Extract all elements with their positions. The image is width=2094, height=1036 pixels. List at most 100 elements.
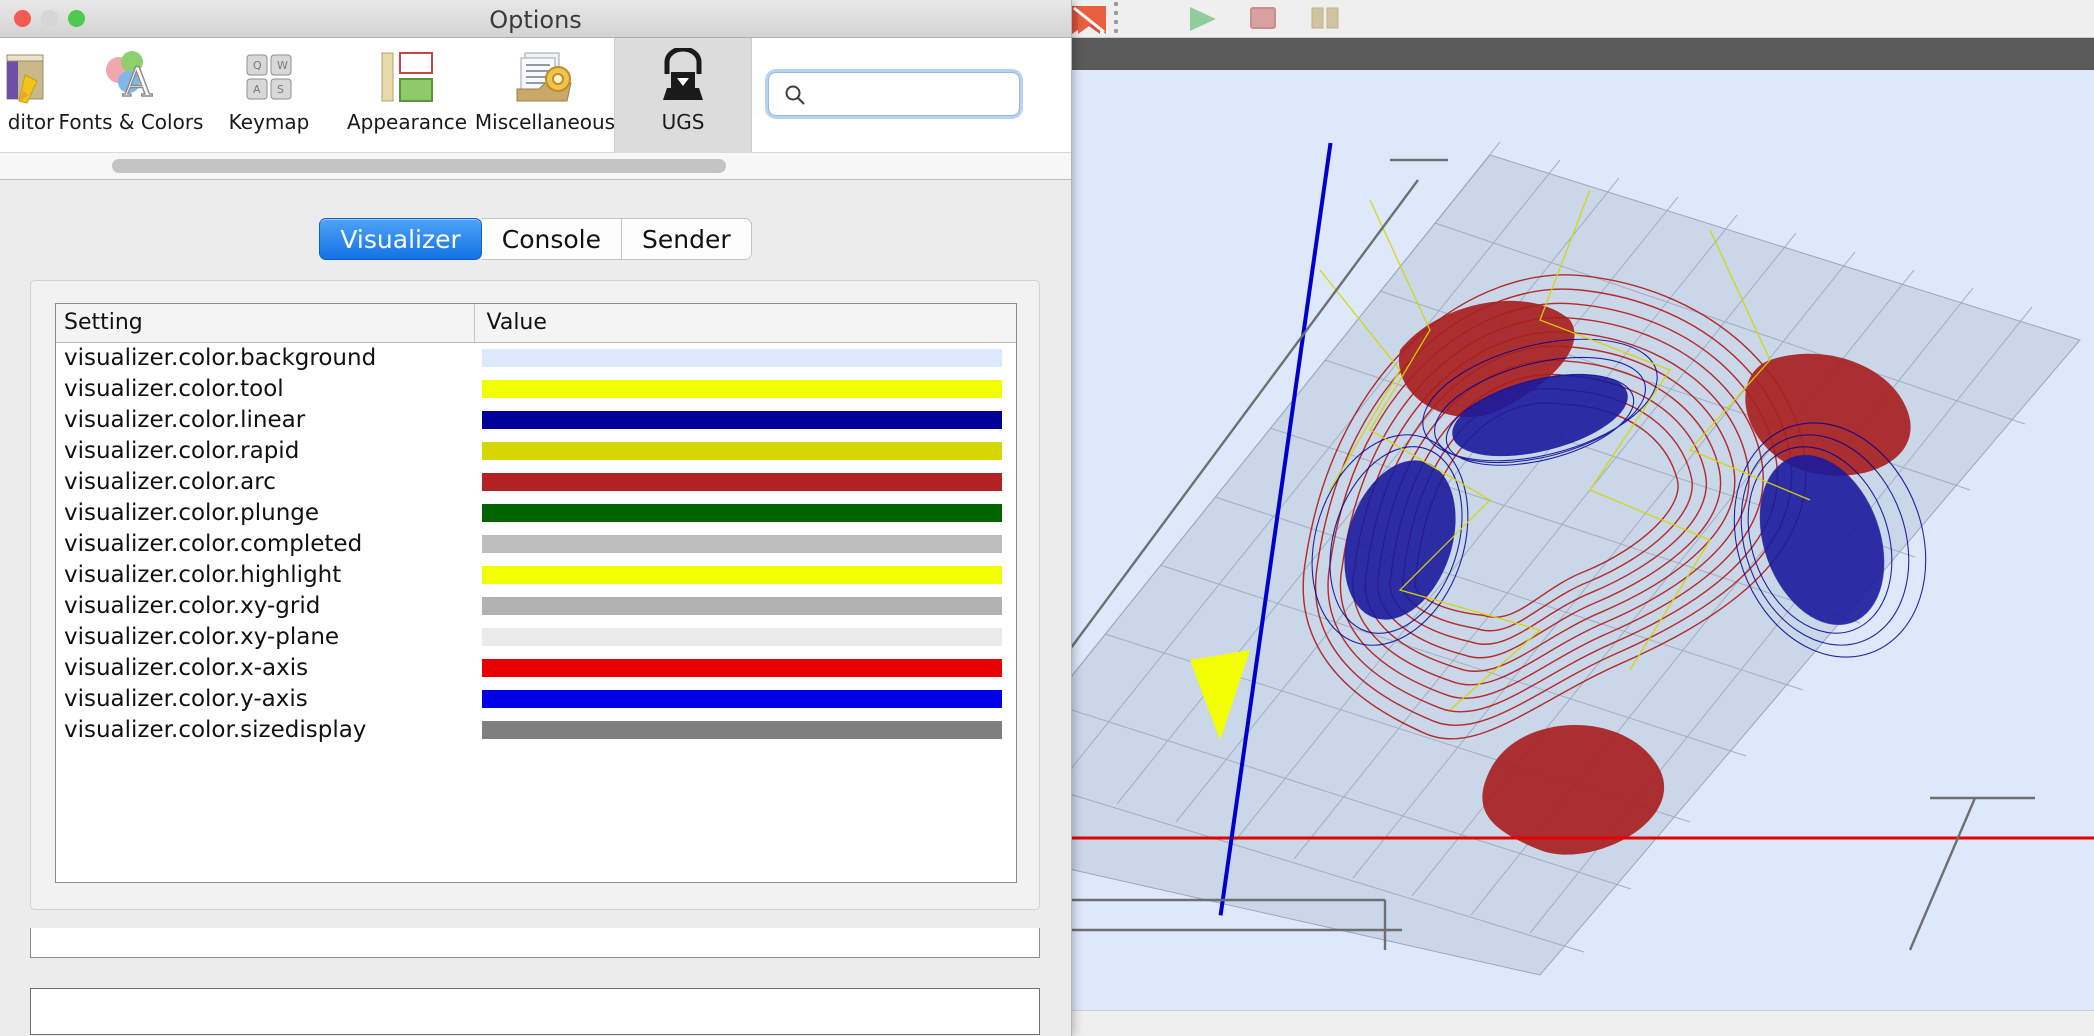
window-title: Options [489,6,582,34]
table-row[interactable]: visualizer.color.rapid [56,435,1016,466]
svg-text:A: A [122,60,153,106]
settings-table-body: visualizer.color.background visualizer.co… [56,342,1016,745]
pause-icon[interactable] [1308,4,1342,38]
settings-table-footer [30,928,1040,958]
table-row[interactable]: visualizer.color.xy-grid [56,590,1016,621]
table-row[interactable]: visualizer.color.highlight [56,559,1016,590]
settings-table: Setting Value visualizer.color.backgroun… [56,304,1016,745]
setting-value-cell[interactable] [474,714,1016,745]
keymap-icon: Q W A S [241,44,297,110]
toolbar-item-appearance[interactable]: Appearance [338,38,476,153]
app-toolbar [1070,0,2094,42]
setting-name-cell: visualizer.color.sizedisplay [64,716,367,743]
tab-sender[interactable]: Sender [622,218,752,260]
setting-value-cell[interactable] [474,466,1016,497]
toolbar-item-ugs[interactable]: UGS [614,38,752,153]
color-swatch[interactable] [482,379,1002,398]
options-tabs: Visualizer Console Sender [0,218,1071,260]
color-swatch[interactable] [482,596,1002,615]
color-swatch[interactable] [482,503,1002,522]
toolbar-item-label: Miscellaneous [474,110,616,134]
svg-text:A: A [253,83,261,96]
gcode-visualizer-viewport[interactable]: 60.44 mm 50.44 mm 11.5 mm [1070,70,2094,1036]
appearance-icon [378,44,436,110]
tab-console[interactable]: Console [481,218,622,260]
setting-name-cell: visualizer.color.completed [64,530,363,557]
description-box [30,988,1040,1035]
setting-name-cell: visualizer.color.tool [64,375,284,402]
color-swatch[interactable] [482,565,1002,584]
setting-value-cell[interactable] [474,528,1016,559]
search-container [768,72,1020,116]
color-swatch[interactable] [482,627,1002,646]
color-swatch[interactable] [482,534,1002,553]
color-swatch[interactable] [482,441,1002,460]
toolbar-item-label: ditor [7,110,55,134]
setting-value-cell[interactable] [474,373,1016,404]
toolbar-drag-handle[interactable] [1114,2,1118,42]
color-swatch[interactable] [482,658,1002,677]
table-row[interactable]: visualizer.color.background [56,342,1016,373]
setting-value-cell[interactable] [474,404,1016,435]
column-header-setting[interactable]: Setting [56,304,474,343]
setting-name-cell: visualizer.color.linear [64,406,306,433]
setting-value-cell[interactable] [474,435,1016,466]
setting-name-cell: visualizer.color.arc [64,468,276,495]
miscellaneous-icon [515,44,575,110]
setting-value-cell[interactable] [474,497,1016,528]
table-header-row: Setting Value [56,304,1016,343]
toolbar-item-editor[interactable]: ditor [0,38,62,153]
toolbar-horizontal-scrollbar[interactable] [0,153,1071,180]
table-row[interactable]: visualizer.color.sizedisplay [56,714,1016,745]
table-row[interactable]: visualizer.color.x-axis [56,652,1016,683]
search-input[interactable] [813,73,1013,115]
table-row[interactable]: visualizer.color.tool [56,373,1016,404]
options-body: Visualizer Console Sender Setting Value … [0,180,1071,1035]
tab-label: Console [501,224,601,254]
search-box[interactable] [768,72,1020,116]
toolbar-item-miscellaneous[interactable]: Miscellaneous [474,38,616,153]
setting-value-cell[interactable] [474,590,1016,621]
column-header-value[interactable]: Value [473,304,1016,343]
toolbar-item-fonts-and-colors[interactable]: A Fonts & Colors [59,38,203,153]
setting-value-cell[interactable] [474,559,1016,590]
color-swatch[interactable] [482,720,1002,739]
tab-label: Sender [642,224,731,254]
color-swatch[interactable] [482,689,1002,708]
setting-name-cell: visualizer.color.rapid [64,437,300,464]
toolbar-item-label: Appearance [346,110,468,134]
color-swatch[interactable] [482,348,1002,367]
stop-icon[interactable] [1248,4,1278,38]
table-row[interactable]: visualizer.color.plunge [56,497,1016,528]
options-category-toolbar: ditor A Fonts & Colors Q W A S Keymap Ap… [0,38,1071,153]
table-row[interactable]: visualizer.color.xy-plane [56,621,1016,652]
bookmark-icon[interactable] [1070,4,1112,42]
table-row[interactable]: visualizer.color.arc [56,466,1016,497]
window-titlebar: Options [0,0,1071,38]
toolbar-item-label: Keymap [228,110,310,134]
tab-visualizer[interactable]: Visualizer [319,218,482,260]
play-icon[interactable] [1186,4,1220,38]
color-swatch[interactable] [482,410,1002,429]
fonts-and-colors-icon: A [101,44,161,110]
table-row[interactable]: visualizer.color.completed [56,528,1016,559]
setting-value-cell[interactable] [474,342,1016,373]
setting-name-cell: visualizer.color.background [64,344,377,371]
setting-value-cell[interactable] [474,652,1016,683]
setting-value-cell[interactable] [474,683,1016,714]
settings-table-container[interactable]: Setting Value visualizer.color.backgroun… [55,303,1017,883]
table-row[interactable]: visualizer.color.linear [56,404,1016,435]
scrollbar-thumb[interactable] [112,159,726,173]
toolbar-item-keymap[interactable]: Q W A S Keymap [200,38,338,153]
table-row[interactable]: visualizer.color.y-axis [56,683,1016,714]
setting-value-cell[interactable] [474,621,1016,652]
svg-text:Q: Q [253,59,262,72]
setting-name-cell: visualizer.color.highlight [64,561,342,588]
search-icon [784,84,806,110]
options-window: Options ditor A Fonts & Colors Q W A S K… [0,0,1072,1036]
color-swatch[interactable] [482,472,1002,491]
setting-name-cell: visualizer.color.xy-plane [64,623,340,650]
visualizer-settings-panel: Setting Value visualizer.color.backgroun… [30,280,1040,910]
visualizer-scene [1070,141,2094,976]
setting-name-cell: visualizer.color.x-axis [64,654,309,681]
